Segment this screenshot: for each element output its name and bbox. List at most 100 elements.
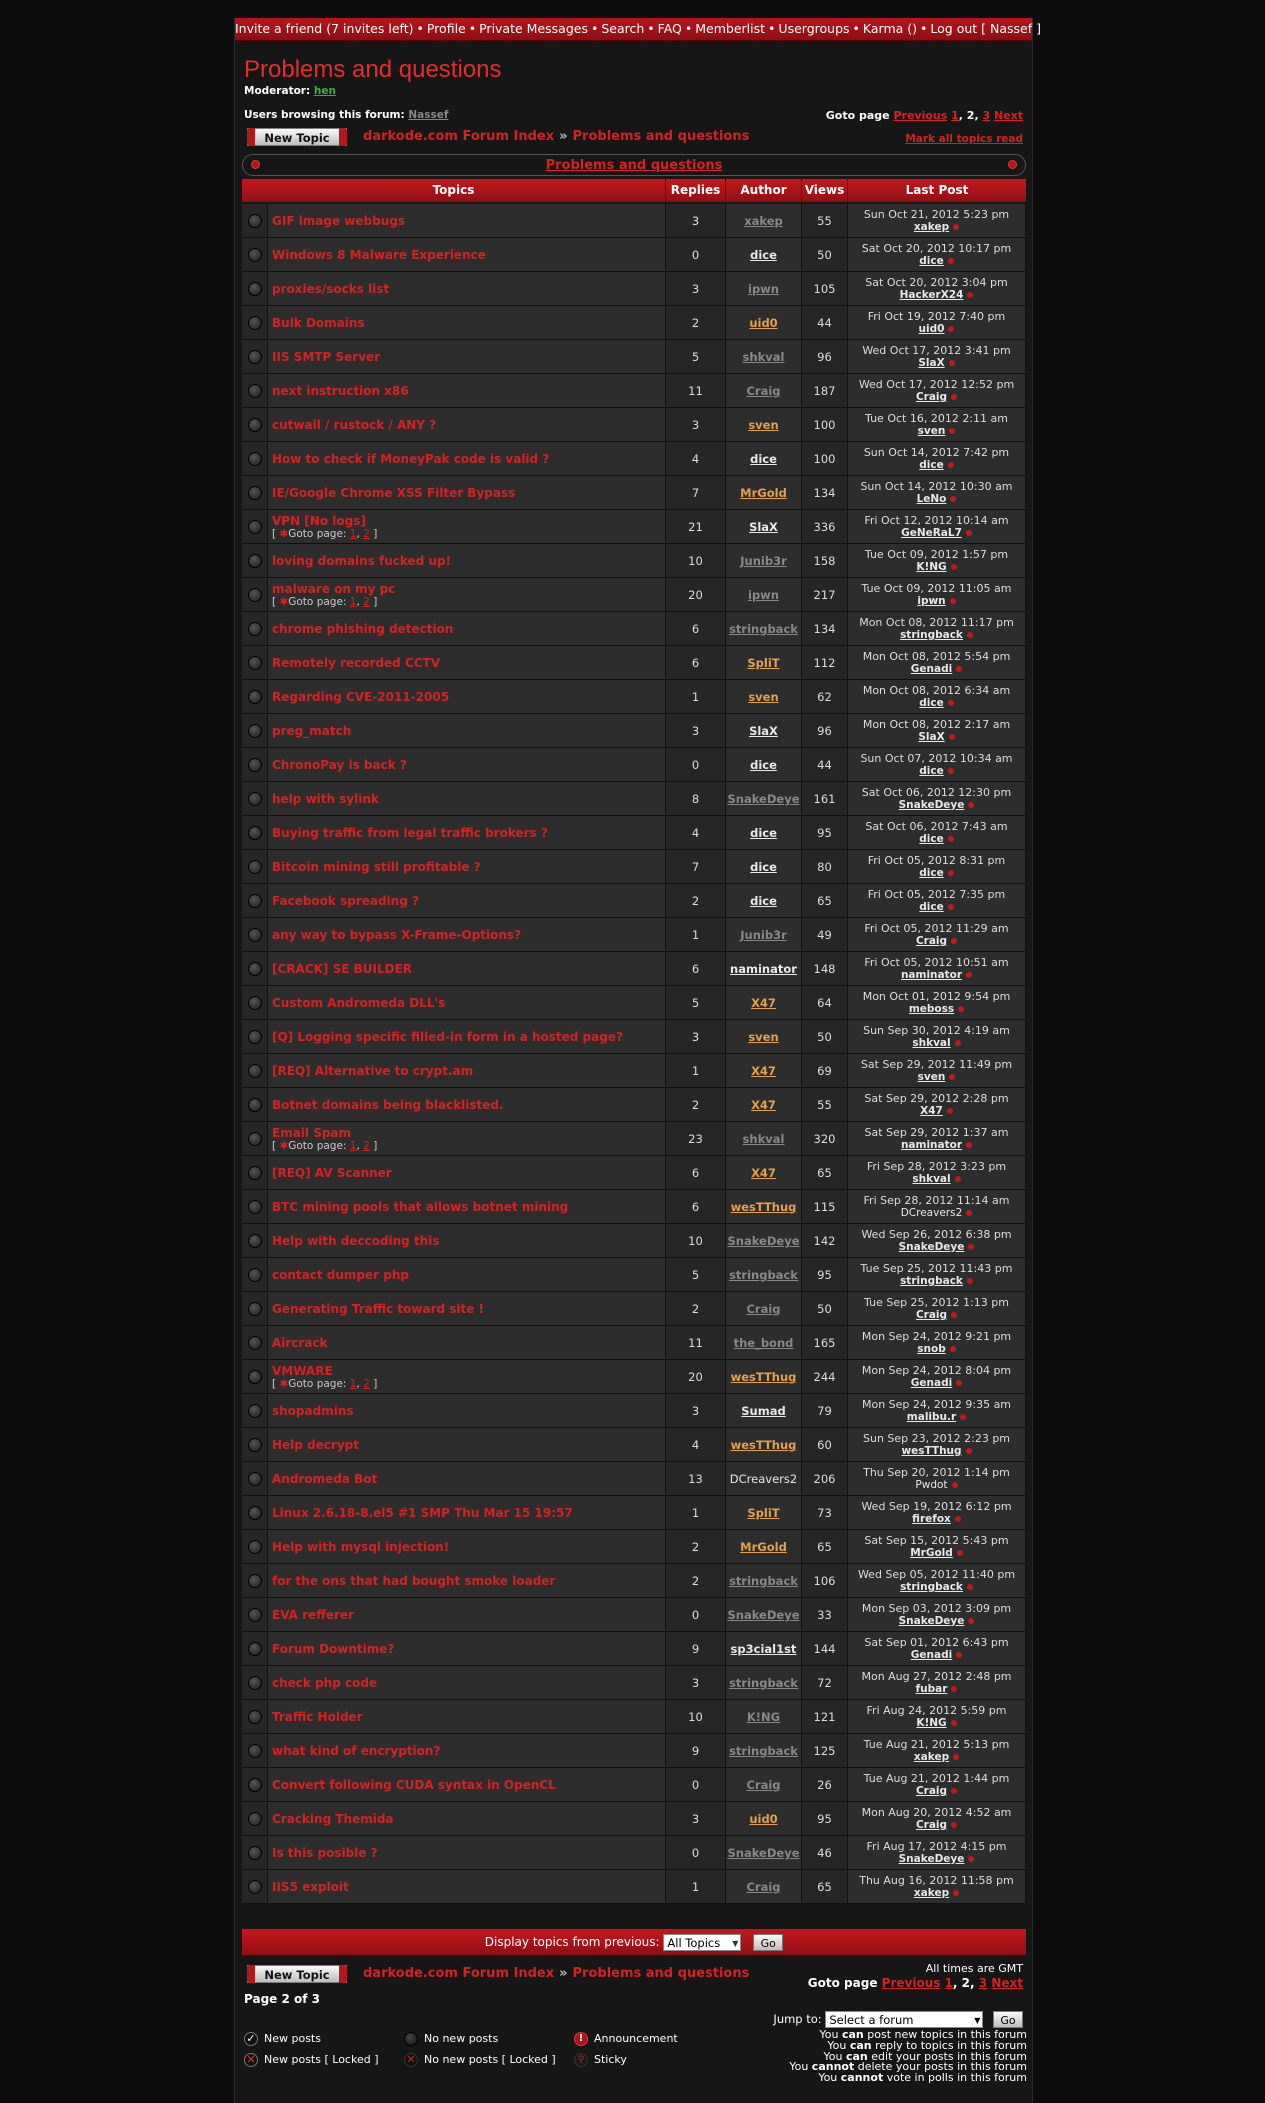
last-post-author-link[interactable]: Craig (916, 1785, 947, 1797)
view-latest-post-icon[interactable] (968, 802, 975, 808)
author-link[interactable]: wesTThug (731, 1200, 797, 1214)
last-post-author-link[interactable]: xakep (914, 1751, 949, 1763)
view-latest-post-icon[interactable] (965, 1448, 972, 1454)
view-latest-post-icon[interactable] (947, 904, 954, 910)
view-latest-post-icon[interactable] (968, 1856, 975, 1862)
view-latest-post-icon[interactable] (966, 1142, 973, 1148)
topic-title-link[interactable]: Botnet domains being blacklisted. (272, 1098, 665, 1112)
last-post-author-link[interactable]: SlaX (918, 731, 944, 743)
view-latest-post-icon[interactable] (954, 1040, 961, 1046)
author-link[interactable]: SpliT (747, 1506, 779, 1520)
topic-title-link[interactable]: Forum Downtime? (272, 1642, 665, 1656)
topic-title-link[interactable]: Buying traffic from legal traffic broker… (272, 826, 665, 840)
last-post-author-link[interactable]: DCreavers2 (901, 1207, 963, 1219)
topic-title-link[interactable]: proxies/socks list (272, 282, 665, 296)
topic-title-link[interactable]: IIS SMTP Server (272, 350, 665, 364)
author-link[interactable]: SnakeDeye (727, 1234, 799, 1248)
author-link[interactable]: sven (748, 1030, 778, 1044)
author-link[interactable]: SlaX (749, 724, 778, 738)
last-post-author-link[interactable]: LeNo (917, 493, 947, 505)
author-link[interactable]: X47 (751, 1064, 776, 1078)
browsing-user-link[interactable]: Nassef (408, 109, 448, 121)
last-post-author-link[interactable]: xakep (914, 221, 949, 233)
new-topic-button-bottom[interactable]: New Topic (247, 1965, 347, 1983)
topic-title-link[interactable]: [Q] Logging specific filled-in form in a… (272, 1030, 665, 1044)
author-link[interactable]: DCreavers2 (730, 1472, 797, 1486)
topic-title-link[interactable]: VPN [No logs] (272, 514, 665, 528)
last-post-author-link[interactable]: wesTThug (901, 1445, 961, 1457)
pagination-page-3[interactable]: 3 (982, 109, 990, 122)
topic-title-link[interactable]: Bitcoin mining still profitable ? (272, 860, 665, 874)
view-latest-post-icon[interactable] (953, 1754, 960, 1760)
breadcrumb-forum-link[interactable]: Problems and questions (573, 129, 750, 144)
last-post-author-link[interactable]: SnakeDeye (899, 1241, 965, 1253)
author-link[interactable]: stringback (729, 622, 798, 636)
view-latest-post-icon[interactable] (956, 1550, 963, 1556)
last-post-author-link[interactable]: xakep (914, 1887, 949, 1899)
author-link[interactable]: uid0 (749, 316, 777, 330)
topic-title-link[interactable]: How to check if MoneyPak code is valid ? (272, 452, 665, 466)
topic-title-link[interactable]: shopadmins (272, 1404, 665, 1418)
new-topic-button[interactable]: New Topic (247, 128, 347, 146)
topic-title-link[interactable]: Andromeda Bot (272, 1472, 665, 1486)
nav-item[interactable]: Log out [ Nassef ] (930, 21, 1041, 36)
author-link[interactable]: Craig (746, 1302, 780, 1316)
view-latest-post-icon[interactable] (948, 360, 955, 366)
topic-title-link[interactable]: contact dumper php (272, 1268, 665, 1282)
nav-item[interactable]: Profile (427, 21, 466, 36)
author-link[interactable]: Craig (746, 1778, 780, 1792)
display-topics-go-button[interactable]: Go (753, 1934, 784, 1951)
topic-title-link[interactable]: chrome phishing detection (272, 622, 665, 636)
topic-title-link[interactable]: for the ons that had bought smoke loader (272, 1574, 665, 1588)
topic-page-2-link[interactable]: 2 (363, 596, 370, 608)
author-link[interactable]: SnakeDeye (727, 1608, 799, 1622)
author-link[interactable]: stringback (729, 1268, 798, 1282)
topic-title-link[interactable]: VMWARE (272, 1364, 665, 1378)
author-link[interactable]: MrGold (740, 486, 787, 500)
view-latest-post-icon[interactable] (953, 1890, 960, 1896)
topic-title-link[interactable]: Generating Traffic toward site ! (272, 1302, 665, 1316)
breadcrumb-forum-link[interactable]: Problems and questions (573, 1966, 750, 1981)
view-latest-post-icon[interactable] (951, 1482, 958, 1488)
topic-page-2-link[interactable]: 2 (363, 1140, 370, 1152)
breadcrumb-index-link[interactable]: darkode.com Forum Index (363, 129, 554, 144)
author-link[interactable]: sp3cial1st (731, 1642, 797, 1656)
last-post-author-link[interactable]: sven (918, 1071, 946, 1083)
author-link[interactable]: SnakeDeye (727, 792, 799, 806)
last-post-author-link[interactable]: SnakeDeye (899, 1853, 965, 1865)
author-link[interactable]: dice (750, 452, 777, 466)
topic-title-link[interactable]: Help decrypt (272, 1438, 665, 1452)
topic-title-link[interactable]: Bulk Domains (272, 316, 665, 330)
view-latest-post-icon[interactable] (949, 1074, 956, 1080)
nav-item[interactable]: Private Messages (479, 21, 588, 36)
breadcrumb-index-link[interactable]: darkode.com Forum Index (363, 1966, 554, 1981)
last-post-author-link[interactable]: dice (919, 459, 943, 471)
jump-to-go-button[interactable]: Go (993, 2011, 1023, 2028)
topic-title-link[interactable]: Help with deccoding this (272, 1234, 665, 1248)
author-link[interactable]: SnakeDeye (727, 1846, 799, 1860)
topic-title-link[interactable]: malware on my pc (272, 582, 665, 596)
last-post-author-link[interactable]: Craig (916, 935, 947, 947)
topic-title-link[interactable]: Cracking Themida (272, 1812, 665, 1826)
mark-all-read-link[interactable]: Mark all topics read (905, 133, 1023, 145)
display-topics-select[interactable]: All Topics (663, 1934, 742, 1952)
last-post-author-link[interactable]: dice (919, 765, 943, 777)
last-post-author-link[interactable]: stringback (900, 1581, 963, 1593)
view-latest-post-icon[interactable] (948, 326, 955, 332)
view-latest-post-icon[interactable] (947, 870, 954, 876)
topic-title-link[interactable]: EVA refferer (272, 1608, 665, 1622)
author-link[interactable]: dice (750, 860, 777, 874)
last-post-author-link[interactable]: SnakeDeye (899, 1615, 965, 1627)
author-link[interactable]: SlaX (749, 520, 778, 534)
pagination-previous[interactable]: Previous (893, 109, 947, 122)
topic-title-link[interactable]: cutwail / rustock / ANY ? (272, 418, 665, 432)
last-post-author-link[interactable]: MrGold (910, 1547, 953, 1559)
last-post-author-link[interactable]: fubar (916, 1683, 948, 1695)
view-latest-post-icon[interactable] (954, 1176, 961, 1182)
author-link[interactable]: stringback (729, 1574, 798, 1588)
topic-title-link[interactable]: Facebook spreading ? (272, 894, 665, 908)
topic-title-link[interactable]: Traffic Holder (272, 1710, 665, 1724)
view-latest-post-icon[interactable] (954, 1516, 961, 1522)
author-link[interactable]: sven (748, 690, 778, 704)
topic-title-link[interactable]: Aircrack (272, 1336, 665, 1350)
